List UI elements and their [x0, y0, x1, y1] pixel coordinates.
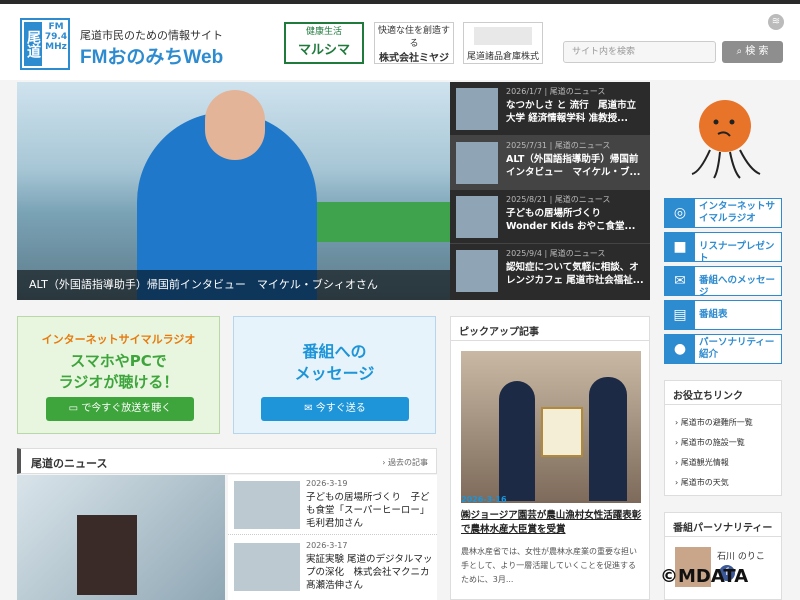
news-date: 2026-3-17 — [306, 541, 348, 550]
news-title: ALT（外国語指導助手）帰国前インタビュー マイケル・ブ... — [506, 154, 641, 178]
news-meta: 2025/8/21 | 尾道のニュース — [506, 195, 611, 204]
news-main-image[interactable] — [17, 475, 225, 600]
site-logo[interactable]: 尾道 FM 79.4 MHz — [20, 18, 70, 70]
certificate — [541, 407, 583, 457]
person-figure — [589, 377, 627, 501]
hero-face — [205, 90, 265, 160]
news-section-header: 尾道のニュース › 過去の記事 — [17, 448, 437, 474]
pickup-description: 農林水産省では、女性が農林水産業の重要な担い手として、より一層活躍していくことを… — [461, 547, 637, 584]
section-title: お役立ちリンク — [665, 381, 781, 405]
news-item[interactable]: 2026-3-19 子どもの居場所づくり 子ども食堂「スーパーヒーロー」毛利君加… — [228, 475, 437, 535]
listen-now-button[interactable]: ▭ で今すぐ放送を聴く — [46, 397, 194, 421]
side-button-label: インターネットサイマルラジオ — [699, 201, 776, 224]
side-button-label: リスナープレゼント — [699, 241, 775, 264]
news-meta: 2026/1/7 | 尾道のニュース — [506, 87, 606, 96]
sponsor-warehouse[interactable]: 尾道諸品倉庫株式会社 — [463, 22, 543, 64]
slider-news-list: 2026/1/7 | 尾道のニュース なつかしさ と 流行 尾道市立大学 経済情… — [450, 82, 650, 300]
person-figure — [499, 381, 535, 501]
useful-link[interactable]: › 尾道市の避難所一覧 — [675, 417, 753, 428]
device-icon: ▭ — [68, 403, 82, 414]
sponsor-small: 健康生活 — [305, 27, 342, 37]
mail-icon: ✉ — [665, 267, 695, 295]
news-thumbnail — [456, 142, 498, 184]
news-thumbnail — [456, 196, 498, 238]
banner-text-2: ラジオが聴ける！ — [58, 373, 179, 391]
banner-heading: インターネットサイマルラジオ — [41, 333, 196, 346]
side-button-present[interactable]: ■ リスナープレゼント — [664, 232, 782, 264]
useful-link[interactable]: › 尾道観光情報 — [675, 457, 729, 468]
hero-caption: ALT（外国語指導助手）帰国前インタビュー マイケル・ブシィオさん — [17, 270, 450, 300]
news-item[interactable]: 2026-3-17 実証実験 尾道のデジタルマップの深化 株式会社マクニカ 髙瀬… — [228, 537, 437, 597]
side-button-message[interactable]: ✉ 番組へのメッセージ — [664, 266, 782, 298]
slider-news-item[interactable]: 2025/8/21 | 尾道のニュース 子どもの居場所づくり Wonder Ki… — [450, 190, 650, 244]
news-thumbnail — [456, 88, 498, 130]
news-title: 子どもの居場所づくり Wonder Kids おやこ食堂... — [506, 208, 636, 232]
slider-news-item[interactable]: 2026/1/7 | 尾道のニュース なつかしさ と 流行 尾道市立大学 経済情… — [450, 82, 650, 136]
banner-text-1: 番組への — [302, 342, 367, 361]
simul-radio-banner[interactable]: インターネットサイマルラジオ スマホやPCで ラジオが聴ける！ ▭ で今すぐ放送… — [17, 316, 220, 434]
sponsor-marushima[interactable]: 健康生活 マルシマ — [284, 22, 364, 64]
sponsor-name: マルシマ — [297, 43, 350, 58]
banner-text-1: スマホやPCで — [70, 352, 167, 370]
side-button-label: パーソナリティー紹介 — [699, 337, 775, 360]
news-date: 2026-3-19 — [306, 479, 348, 488]
useful-link[interactable]: › 尾道市の施設一覧 — [675, 437, 745, 448]
news-meta: 2025/9/4 | 尾道のニュース — [506, 249, 606, 258]
side-button-program[interactable]: ▤ 番組表 — [664, 300, 782, 330]
section-title: ピックアップ記事 — [451, 317, 649, 341]
logo-frequency: FM 79.4 MHz — [44, 22, 68, 52]
news-title: 実証実験 尾道のデジタルマップの深化 株式会社マクニカ 髙瀬浩伸さん — [306, 554, 433, 591]
truck-icon — [474, 27, 532, 45]
mascot-image — [691, 100, 761, 179]
radio-icon: ◎ — [665, 199, 695, 227]
useful-links: お役立ちリンク › 尾道市の避難所一覧 › 尾道市の施設一覧 › 尾道観光情報 … — [664, 380, 782, 496]
people-icon: ● — [665, 335, 695, 363]
news-thumbnail — [234, 481, 300, 529]
sponsor-small: 快適な住を創造する — [377, 26, 450, 49]
slider-news-item[interactable]: 2025/7/31 | 尾道のニュース ALT（外国語指導助手）帰国前インタビュ… — [450, 136, 650, 190]
sponsor-name: 株式会社ミヤジ — [379, 53, 449, 64]
news-thumbnail — [456, 250, 498, 292]
side-button-personality[interactable]: ● パーソナリティー紹介 — [664, 334, 782, 364]
section-title: 番組パーソナリティー — [665, 513, 781, 537]
personality-name[interactable]: 石川 のりこ — [717, 549, 765, 562]
message-banner[interactable]: 番組への メッセージ ✉ 今すぐ送る — [233, 316, 436, 434]
pickup-section: ピックアップ記事 2026-3-16 ㈱ジョージア園芸が農山漁村女性活躍表彰で農… — [450, 316, 650, 600]
search-button[interactable]: ⌕ 検 索 — [722, 41, 783, 63]
pickup-image[interactable] — [461, 351, 641, 503]
document-icon: ▤ — [665, 301, 695, 329]
sponsor-miyaji[interactable]: 快適な住を創造する 株式会社ミヤジ — [374, 22, 454, 64]
sponsor-name: 尾道諸品倉庫株式会社 — [466, 52, 539, 62]
news-title: なつかしさ と 流行 尾道市立大学 経済情報学科 准教授... — [506, 100, 637, 124]
section-title: 尾道のニュース — [31, 457, 108, 470]
pickup-article-link[interactable]: ㈱ジョージア園芸が農山漁村女性活躍表彰で農林水産大臣賞を受賞 — [461, 509, 643, 537]
archive-link[interactable]: › 過去の記事 — [382, 457, 428, 468]
hero-slide[interactable]: ALT（外国語指導助手）帰国前インタビュー マイケル・ブシィオさん — [17, 82, 450, 300]
watermark: ©MDATA — [660, 566, 749, 587]
banner-text-2: メッセージ — [294, 364, 375, 383]
news-list: 2026-3-19 子どもの居場所づくり 子ども食堂「スーパーヒーロー」毛利君加… — [228, 475, 437, 600]
site-title[interactable]: FMおのみちWeb — [80, 42, 223, 69]
image-detail — [77, 515, 137, 595]
search-icon: ⌕ — [736, 46, 746, 57]
send-now-button[interactable]: ✉ 今すぐ送る — [261, 397, 409, 421]
logo-text: 尾道 — [24, 22, 42, 66]
news-thumbnail — [234, 543, 300, 591]
side-button-simul-radio[interactable]: ◎ インターネットサイマルラジオ — [664, 198, 782, 228]
news-meta: 2025/7/31 | 尾道のニュース — [506, 141, 611, 150]
gift-icon: ■ — [665, 233, 695, 261]
pickup-date: 2026-3-16 — [461, 495, 507, 504]
side-button-label: 番組へのメッセージ — [699, 275, 776, 298]
news-title: 認知症について気軽に相談、オレンジカフェ 尾道市社会福祉... — [506, 262, 644, 286]
mail-icon: ✉ — [304, 403, 316, 414]
hero-background-decoration — [317, 202, 450, 242]
slider-news-item[interactable]: 2025/9/4 | 尾道のニュース 認知症について気軽に相談、オレンジカフェ … — [450, 244, 650, 298]
rss-icon[interactable]: ≋ — [768, 14, 784, 30]
search-input[interactable]: サイト内を検索 — [563, 41, 716, 63]
news-title: 子どもの居場所づくり 子ども食堂「スーパーヒーロー」毛利君加さん — [306, 492, 430, 529]
site-subtitle: 尾道市民のための情報サイト — [80, 29, 223, 42]
side-button-label: 番組表 — [699, 309, 728, 320]
useful-link[interactable]: › 尾道市の天気 — [675, 477, 729, 488]
